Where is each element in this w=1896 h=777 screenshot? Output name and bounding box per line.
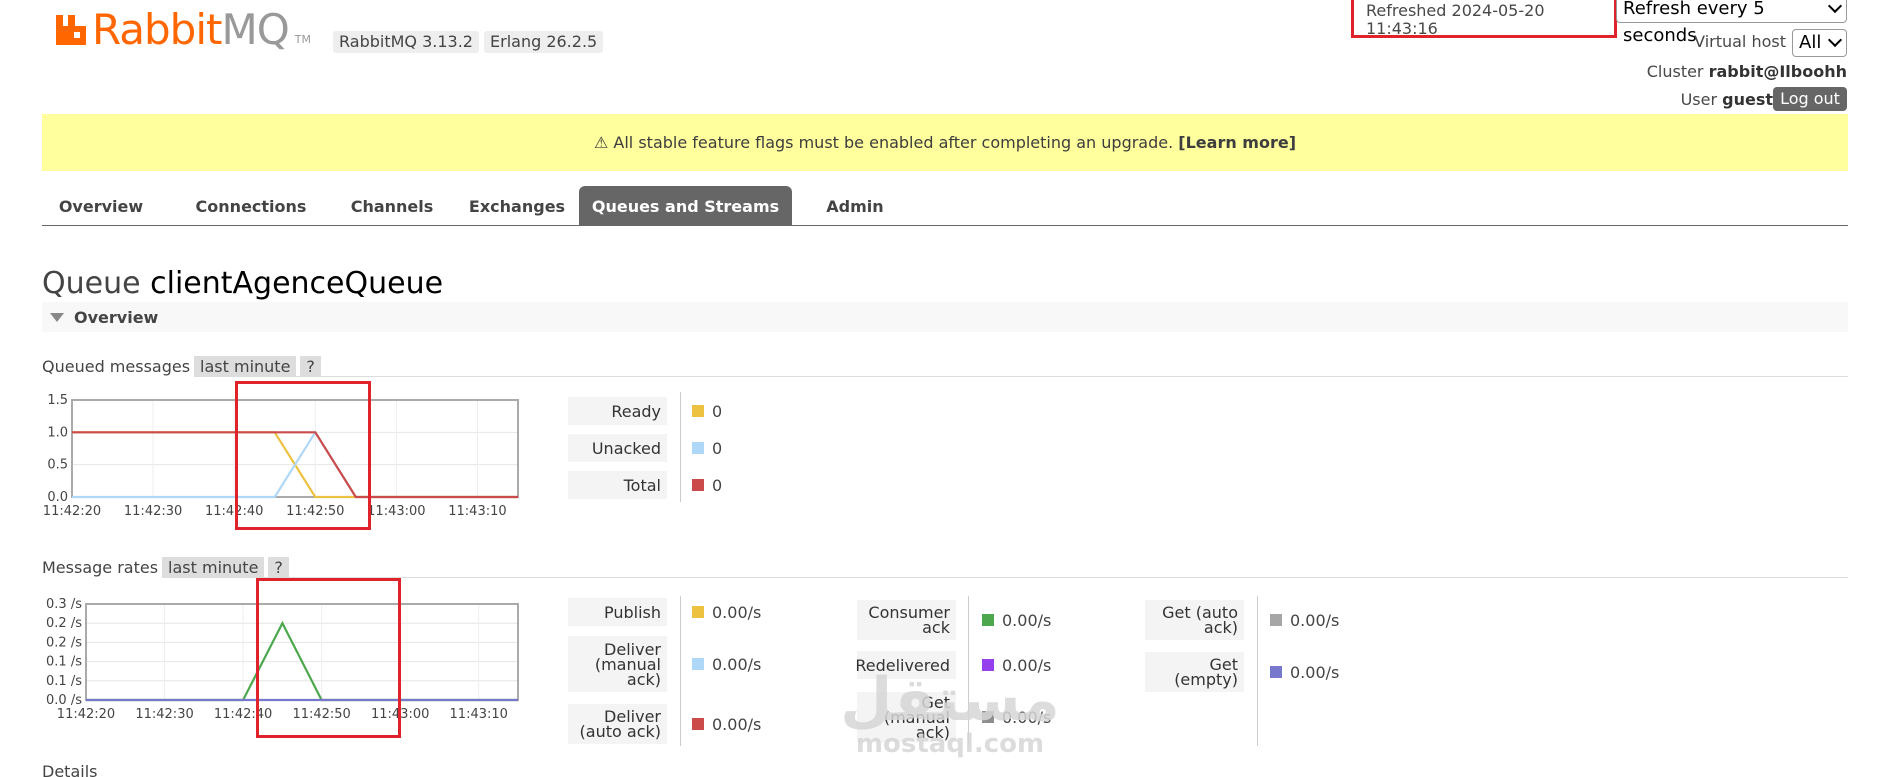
logo-wordmark: RabbitMQ [92, 5, 290, 54]
learn-more-link[interactable]: [Learn more] [1178, 133, 1296, 152]
rate-value-get-empty: 0.00/s [1270, 658, 1339, 686]
rate-label-consumer-ack: Consumer ack [857, 600, 956, 640]
user-name: guest [1722, 90, 1773, 109]
get-auto-swatch [1270, 614, 1282, 626]
rates-divider [680, 596, 681, 746]
y-tick-label: 0.5 [47, 458, 68, 473]
tab-overview[interactable]: Overview [42, 186, 160, 225]
virtual-host-label: Virtual host [1694, 32, 1786, 51]
rabbitmq-logo-icon [54, 13, 88, 47]
virtual-host-select[interactable]: All [1792, 29, 1847, 57]
refresh-interval-select[interactable]: Refresh every 5 seconds [1616, 0, 1847, 46]
erlang-version-badge: Erlang 26.2.5 [484, 31, 604, 53]
get-empty-swatch [1270, 666, 1282, 678]
deliver-manual-swatch [692, 658, 704, 670]
stat-value-ready: 0 [692, 397, 722, 425]
deliver-auto-swatch [692, 718, 704, 730]
x-tick-label: 11:42:20 [43, 504, 101, 518]
page-title: Queue clientAgenceQueue [42, 266, 444, 301]
rate-label-get-auto-ack: Get (auto ack) [1145, 600, 1244, 640]
rate-label-publish: Publish [568, 598, 667, 626]
triangle-down-icon [50, 313, 64, 322]
rate-label-deliver-auto-ack: Deliver (auto ack) [568, 704, 667, 744]
y-tick-label: 0.2 /s [46, 616, 82, 631]
stat-value-unacked: 0 [692, 434, 722, 462]
tab-admin[interactable]: Admin [802, 186, 908, 225]
main-tabs: Overview Connections Channels Exchanges … [42, 186, 1848, 226]
section-divider [225, 577, 1848, 578]
tab-exchanges[interactable]: Exchanges [452, 186, 582, 225]
x-tick-label: 11:42:30 [124, 504, 182, 518]
queued-messages-header: Queued messages last minute? [42, 356, 321, 377]
y-tick-label: 1.0 [47, 425, 68, 440]
cluster-name: rabbit@Ilboohh [1708, 62, 1847, 81]
rabbitmq-version-badge: RabbitMQ 3.13.2 [333, 31, 479, 53]
rate-value-consumer-ack: 0.00/s [982, 606, 1051, 634]
user-info: User guest [1680, 90, 1773, 109]
rates-divider [1257, 596, 1258, 746]
chevron-down-icon [1827, 0, 1843, 14]
rate-label-get-empty: Get (empty) [1145, 652, 1244, 692]
y-tick-label: 1.5 [47, 393, 68, 408]
publish-swatch [692, 606, 704, 618]
y-tick-label: 0.1 /s [46, 655, 82, 670]
stat-label-total: Total [568, 471, 667, 499]
rates-range-button[interactable]: last minute [162, 557, 265, 578]
rate-value-deliver-auto-ack: 0.00/s [692, 710, 761, 738]
y-tick-label: 0.1 /s [46, 674, 82, 689]
rabbitmq-logo[interactable]: RabbitMQ TM [54, 8, 311, 52]
x-tick-label: 11:43:10 [448, 504, 506, 518]
details-section-header: Details [42, 762, 98, 777]
tab-channels[interactable]: Channels [332, 186, 452, 225]
annotation-box [235, 381, 371, 530]
rate-value-deliver-manual-ack: 0.00/s [692, 650, 761, 678]
queued-range-button[interactable]: last minute [194, 356, 297, 377]
cluster-info: Cluster rabbit@Ilboohh [1646, 62, 1847, 81]
rates-help-button[interactable]: ? [268, 557, 289, 578]
logo-trademark: TM [294, 32, 311, 46]
y-tick-label: 0.0 /s [46, 693, 82, 708]
unacked-swatch [692, 442, 704, 454]
section-divider [225, 376, 1848, 377]
y-tick-label: 0.0 [47, 490, 68, 505]
tab-connections[interactable]: Connections [174, 186, 328, 225]
x-tick-label: 11:42:20 [57, 707, 115, 720]
y-tick-label: 0.2 /s [46, 635, 82, 650]
message-rates-header: Message rates last minute? [42, 557, 289, 578]
chevron-down-icon [1827, 32, 1843, 48]
feature-flags-banner: ⚠ All stable feature flags must be enabl… [42, 114, 1848, 171]
annotation-box [256, 578, 401, 738]
rate-value-publish: 0.00/s [692, 598, 761, 626]
x-tick-label: 11:42:30 [135, 707, 193, 720]
x-tick-label: 11:43:10 [450, 707, 508, 720]
stat-label-ready: Ready [568, 397, 667, 425]
x-tick-label: 11:43:00 [367, 504, 425, 518]
refreshed-timestamp: Refreshed 2024-05-20 11:43:16 [1351, 0, 1617, 38]
logout-button[interactable]: Log out [1773, 87, 1847, 111]
rate-value-get-auto-ack: 0.00/s [1270, 606, 1339, 634]
watermark: مستقل mostaql.com [840, 665, 1060, 759]
rate-label-deliver-manual-ack: Deliver (manual ack) [568, 636, 667, 692]
stat-label-unacked: Unacked [568, 434, 667, 462]
y-tick-label: 0.3 /s [46, 597, 82, 612]
tab-queues-and-streams[interactable]: Queues and Streams [579, 186, 792, 225]
ready-swatch [692, 405, 704, 417]
consumer-ack-swatch [982, 614, 994, 626]
queued-help-button[interactable]: ? [300, 356, 321, 377]
queue-name: clientAgenceQueue [150, 266, 444, 301]
stat-divider [680, 392, 681, 502]
stat-value-total: 0 [692, 471, 722, 499]
total-swatch [692, 479, 704, 491]
overview-section-toggle[interactable]: Overview [42, 302, 1848, 332]
